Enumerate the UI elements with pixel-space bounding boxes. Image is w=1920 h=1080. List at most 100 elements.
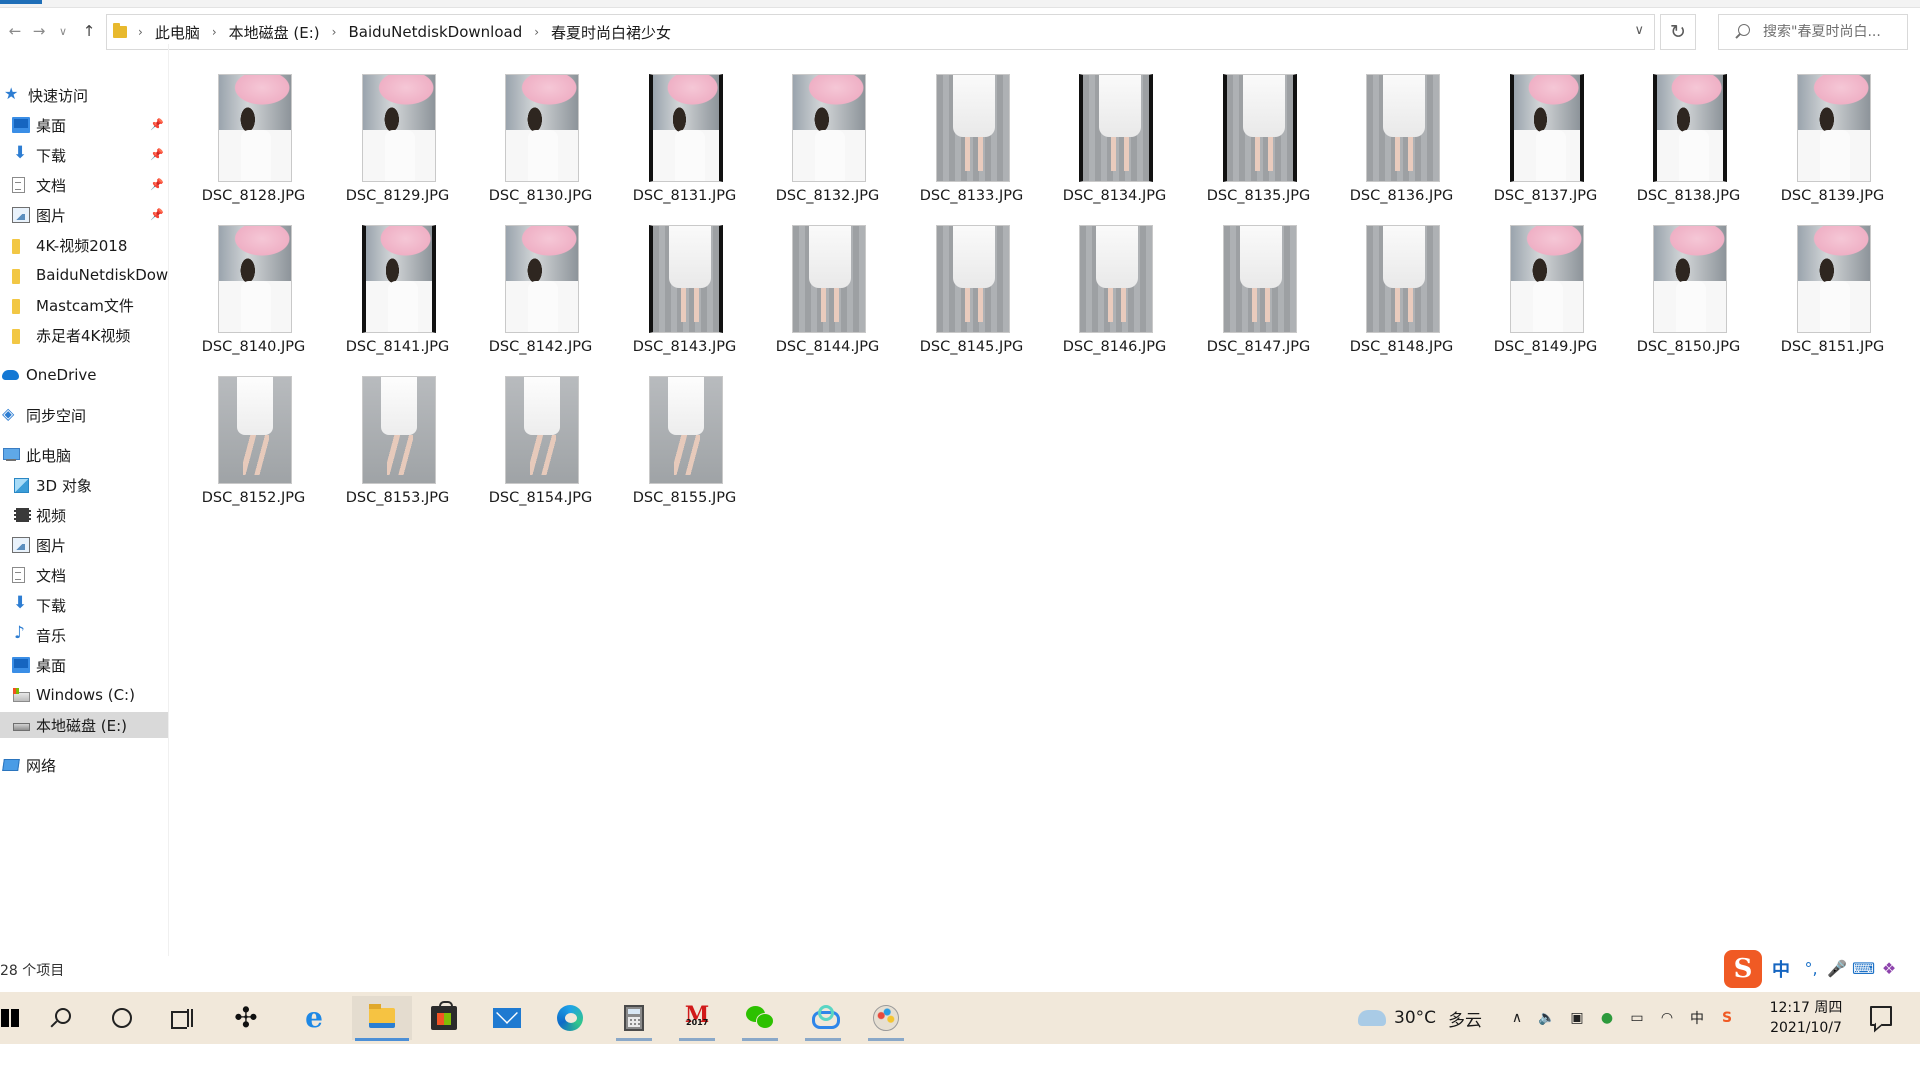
file-tile[interactable]: DSC_8131.JPG [613,56,756,206]
photo-thumbnail[interactable] [649,74,723,182]
nav-sync-space[interactable]: 同步空间 [0,402,168,428]
file-tile[interactable]: DSC_8139.JPG [1761,56,1904,206]
chevron-right-icon[interactable]: › [133,25,148,39]
nav-item-pc-documents[interactable]: 文档 [0,562,168,588]
file-name[interactable]: DSC_8137.JPG [1474,188,1617,204]
chevron-right-icon[interactable]: › [207,25,222,39]
nav-item-3d-objects[interactable]: 3D 对象 [0,472,168,498]
taskbar-app-paint[interactable] [862,996,910,1041]
taskbar-app-edge[interactable] [546,996,594,1040]
file-name[interactable]: DSC_8145.JPG [900,339,1043,355]
photo-thumbnail[interactable] [1653,74,1727,182]
file-name[interactable]: DSC_8142.JPG [469,339,612,355]
photo-thumbnail[interactable] [1797,74,1871,182]
file-tile[interactable]: DSC_8135.JPG [1187,56,1330,206]
sogou-tray-icon[interactable]: S [1716,1008,1738,1028]
file-tile[interactable]: DSC_8136.JPG [1330,56,1473,206]
nav-quick-access[interactable]: 快速访问 [0,82,168,108]
file-tile[interactable]: DSC_8152.JPG [182,358,325,508]
breadcrumb-this-pc[interactable]: 此电脑 [148,22,207,43]
search-input[interactable] [1763,24,1903,40]
notification-center-icon[interactable] [1870,1006,1892,1026]
taskbar-search-button[interactable] [36,996,84,1040]
chevron-up-icon[interactable]: ∧ [1506,1008,1528,1028]
file-name[interactable]: DSC_8154.JPG [469,490,612,506]
photo-thumbnail[interactable] [1223,74,1297,182]
file-tile[interactable]: DSC_8132.JPG [756,56,899,206]
start-button[interactable] [0,996,34,1040]
file-name[interactable]: DSC_8136.JPG [1330,188,1473,204]
nav-this-pc[interactable]: 此电脑 [0,442,168,468]
keyboard-icon[interactable]: ⌨ [1852,959,1875,979]
forward-arrow-icon[interactable]: → [28,20,50,42]
file-name[interactable]: DSC_8141.JPG [326,339,469,355]
wifi-icon[interactable]: ◠ [1656,1008,1678,1028]
nav-item-documents[interactable]: 文档 📌 [0,172,168,198]
photo-thumbnail[interactable] [505,376,579,484]
file-tile[interactable]: DSC_8141.JPG [326,207,469,357]
photo-thumbnail[interactable] [218,74,292,182]
photo-thumbnail[interactable] [1653,225,1727,333]
file-tile[interactable]: DSC_8148.JPG [1330,207,1473,357]
microphone-icon[interactable]: 🎤 [1826,959,1848,979]
photo-thumbnail[interactable] [1223,225,1297,333]
file-name[interactable]: DSC_8135.JPG [1187,188,1330,204]
photo-thumbnail[interactable] [792,74,866,182]
nav-item-pc-downloads[interactable]: 下载 [0,592,168,618]
taskbar-app-file-explorer[interactable] [352,996,412,1041]
file-tile[interactable]: DSC_8130.JPG [469,56,612,206]
file-name[interactable]: DSC_8150.JPG [1617,339,1760,355]
file-tile[interactable]: DSC_8133.JPG [900,56,1043,206]
photo-thumbnail[interactable] [936,225,1010,333]
file-name[interactable]: DSC_8155.JPG [613,490,756,506]
ime-mode-chinese[interactable]: 中 [1772,956,1790,982]
file-tile[interactable]: DSC_8129.JPG [326,56,469,206]
security-shield-icon[interactable]: ● [1596,1008,1618,1028]
breadcrumb-baidu-folder[interactable]: BaiduNetdiskDownload [341,23,529,41]
nav-item-windows-c[interactable]: Windows (C:) [0,682,168,708]
taskbar-app-baidu-netdisk[interactable] [799,996,847,1041]
tray-app-icon[interactable]: ▣ [1566,1008,1588,1028]
chevron-right-icon[interactable]: › [529,25,544,39]
nav-item-barefoot-video[interactable]: 赤足者4K视频 [0,322,168,348]
photo-thumbnail[interactable] [505,225,579,333]
taskbar-app-calculator[interactable] [610,996,658,1041]
nav-item-local-disk-e[interactable]: 本地磁盘 (E:) [0,712,168,738]
photo-thumbnail[interactable] [649,376,723,484]
file-tile[interactable]: DSC_8147.JPG [1187,207,1330,357]
nav-item-music[interactable]: 音乐 [0,622,168,648]
taskbar-app-ie[interactable]: e [290,996,338,1040]
cortana-button[interactable] [98,996,146,1040]
recent-locations-chevron-icon[interactable]: ∨ [52,20,74,42]
volume-icon[interactable]: 🔈 [1536,1008,1558,1028]
pin-icon[interactable]: 📌 [150,208,164,221]
file-name[interactable]: DSC_8139.JPG [1761,188,1904,204]
ime-tray-indicator[interactable]: 中 [1686,1008,1708,1028]
file-name[interactable]: DSC_8132.JPG [756,188,899,204]
file-name[interactable]: DSC_8134.JPG [1043,188,1186,204]
file-name[interactable]: DSC_8148.JPG [1330,339,1473,355]
file-name[interactable]: DSC_8138.JPG [1617,188,1760,204]
photo-thumbnail[interactable] [362,376,436,484]
nav-item-baidu[interactable]: BaiduNetdiskDow [0,262,168,288]
pin-icon[interactable]: 📌 [150,148,164,161]
file-tile[interactable]: DSC_8143.JPG [613,207,756,357]
photo-thumbnail[interactable] [1366,74,1440,182]
file-tile[interactable]: DSC_8128.JPG [182,56,325,206]
file-name[interactable]: DSC_8129.JPG [326,188,469,204]
file-name[interactable]: DSC_8128.JPG [182,188,325,204]
photo-thumbnail[interactable] [1797,225,1871,333]
nav-item-pictures[interactable]: 图片 📌 [0,202,168,228]
file-tile[interactable]: DSC_8138.JPG [1617,56,1760,206]
breadcrumb-current-folder[interactable]: 春夏时尚白裙少女 [544,22,678,43]
file-tile[interactable]: DSC_8142.JPG [469,207,612,357]
file-tile[interactable]: DSC_8137.JPG [1474,56,1617,206]
nav-item-downloads[interactable]: 下载 📌 [0,142,168,168]
back-arrow-icon[interactable]: ← [4,20,26,42]
file-tile[interactable]: DSC_8144.JPG [756,207,899,357]
file-name[interactable]: DSC_8130.JPG [469,188,612,204]
file-tile[interactable]: DSC_8149.JPG [1474,207,1617,357]
weather-widget[interactable]: 30°C 多云 [1358,992,1482,1044]
nav-item-pc-desktop[interactable]: 桌面 [0,652,168,678]
file-name[interactable]: DSC_8133.JPG [900,188,1043,204]
